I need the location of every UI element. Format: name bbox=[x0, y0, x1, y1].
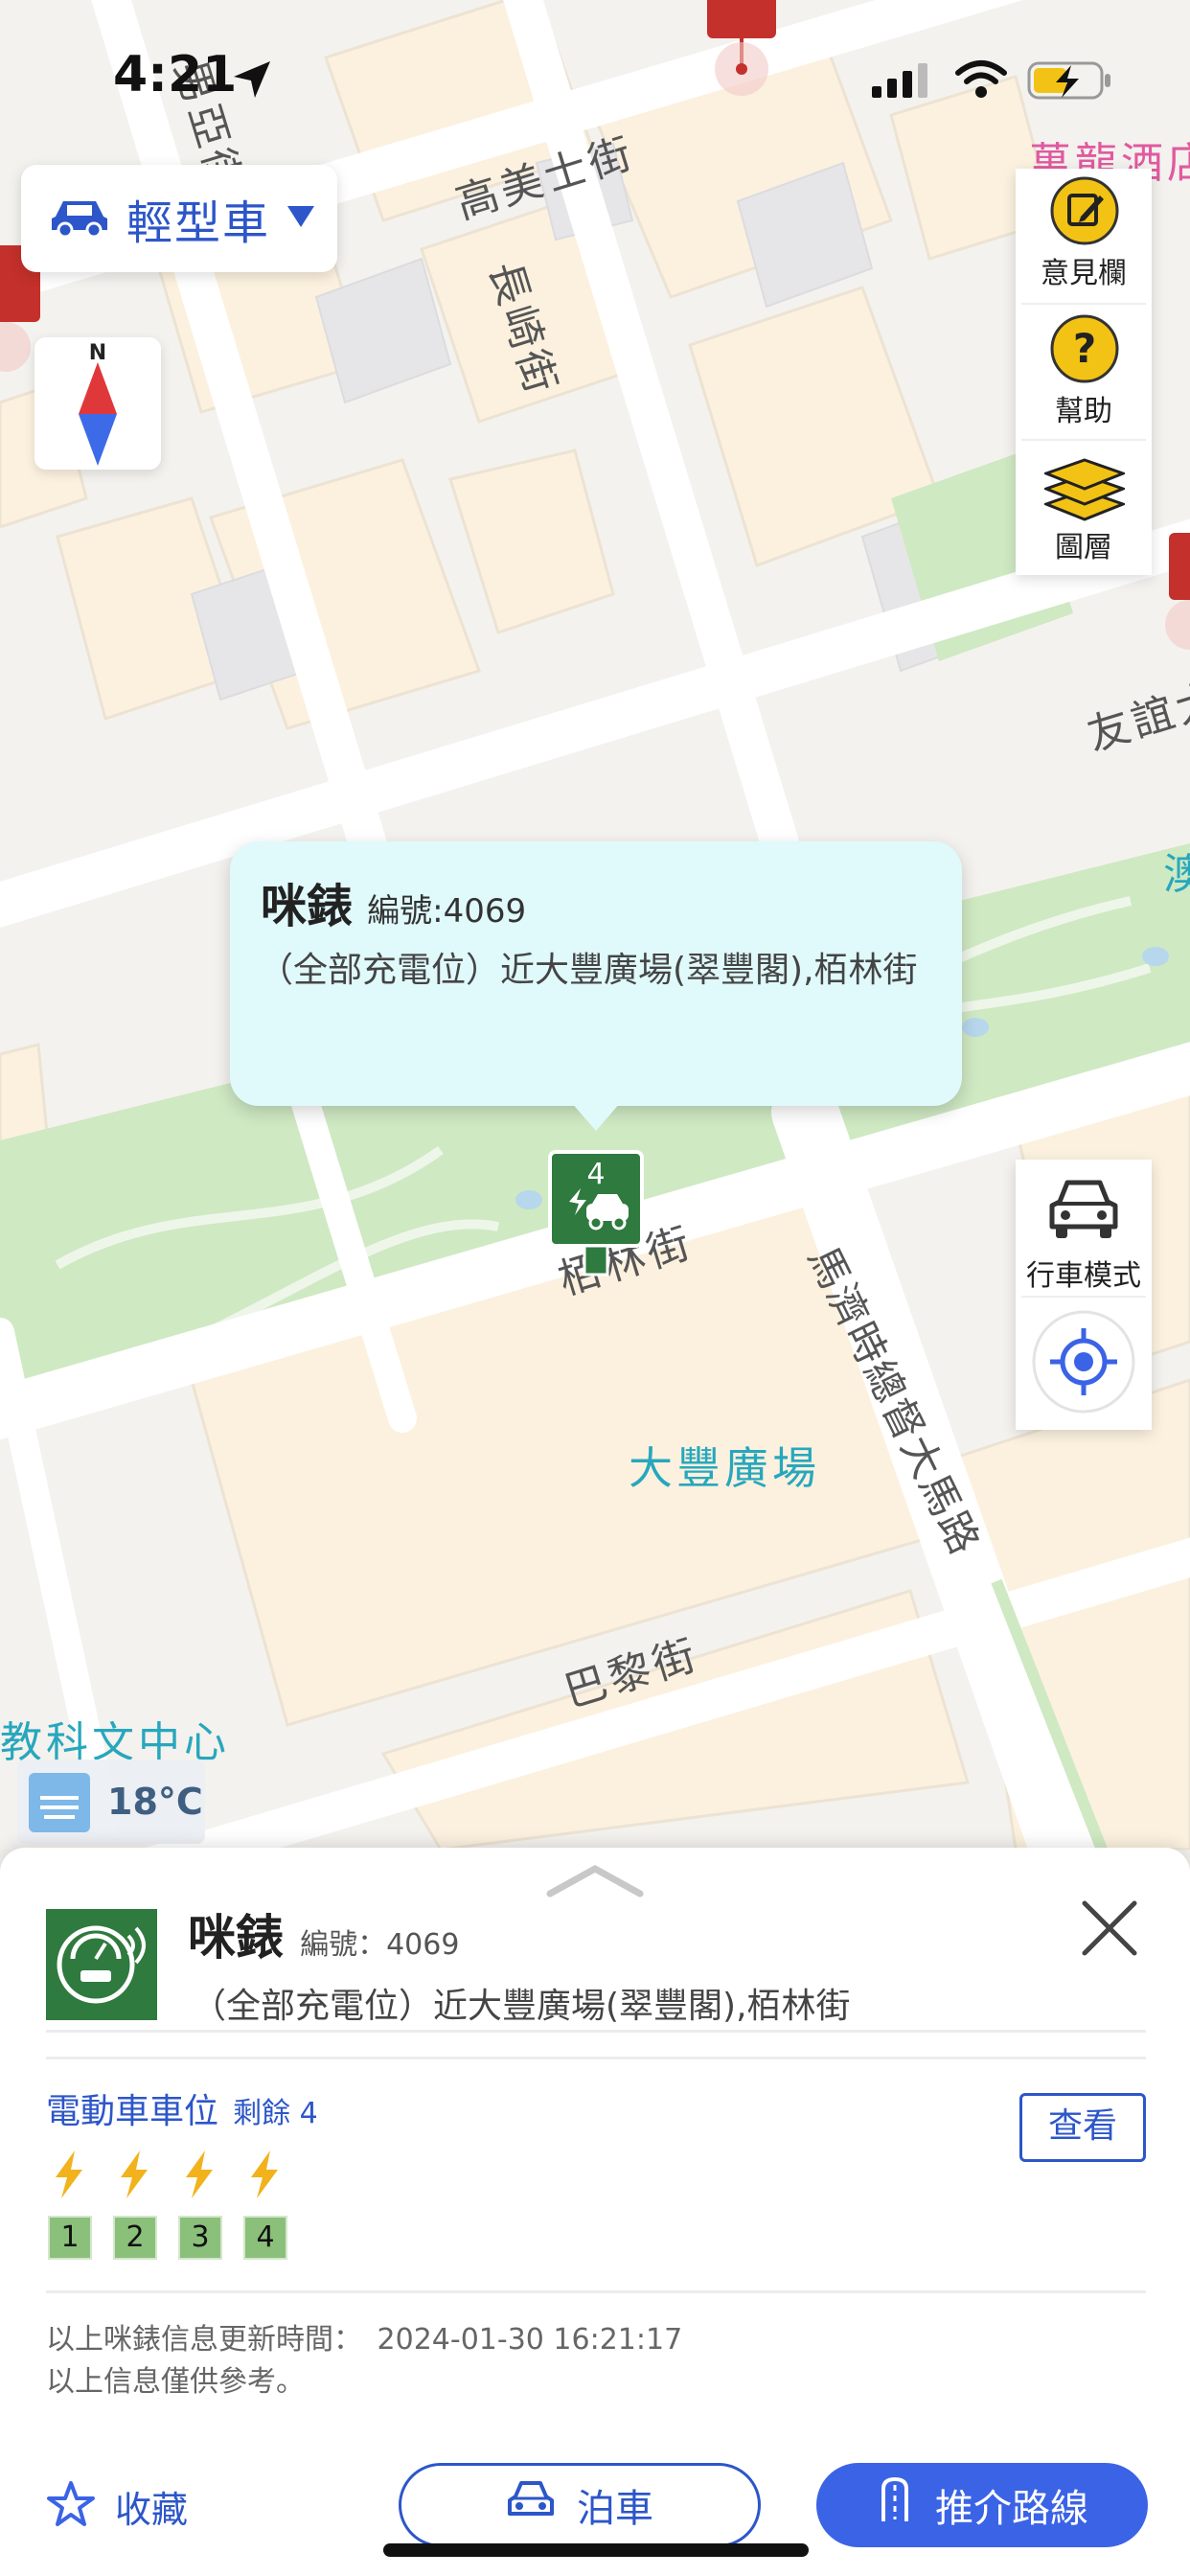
route-icon bbox=[876, 2475, 914, 2535]
feedback-button[interactable]: 意見欄 bbox=[1016, 169, 1152, 301]
park-button-label: 泊車 bbox=[577, 2487, 653, 2531]
sheet-title: 咪錶 bbox=[188, 1910, 284, 1966]
route-button-label: 推介路線 bbox=[935, 2487, 1088, 2531]
vehicle-type-selector[interactable]: 輕型車 bbox=[21, 165, 337, 272]
meter-detail-sheet: 咪錶 編號：4069 （全部充電位）近大豐廣場(翠豐閣),栢林街 電動車車位 剩… bbox=[0, 1848, 1190, 2576]
drive-controls-panel: 行車模式 bbox=[1016, 1160, 1152, 1430]
favorite-label: 收藏 bbox=[115, 2488, 189, 2531]
compass-needle-icon bbox=[79, 362, 117, 470]
callout-pointer bbox=[571, 1102, 621, 1131]
view-button-label: 查看 bbox=[1047, 2106, 1117, 2146]
favorite-button[interactable]: 收藏 bbox=[46, 2472, 188, 2540]
parking-meter-icon bbox=[46, 1909, 157, 2024]
divider bbox=[46, 2030, 1146, 2033]
update-time: 2024-01-30 16:21:17 bbox=[377, 2323, 683, 2357]
disclaimer-text: 以上信息僅供參考。 bbox=[46, 2365, 305, 2399]
lightning-icon bbox=[182, 2150, 217, 2202]
ev-remaining-count: 剩餘 4 bbox=[233, 2097, 318, 2130]
drive-mode-label: 行車模式 bbox=[1026, 1259, 1141, 1293]
wifi-icon bbox=[954, 59, 1008, 104]
weather-widget[interactable]: 18°C bbox=[17, 1760, 205, 1844]
compass-button[interactable]: N bbox=[34, 337, 161, 470]
divider bbox=[46, 2290, 1146, 2293]
ev-spot[interactable]: 3 bbox=[178, 2216, 222, 2260]
parking-meter-marker[interactable]: 4 bbox=[548, 1150, 644, 1276]
lightning-icon bbox=[52, 2150, 86, 2202]
vehicle-type-label: 輕型車 bbox=[126, 196, 271, 250]
lightning-icon bbox=[247, 2150, 282, 2202]
meter-callout[interactable]: 咪錶 編號:4069 （全部充電位）近大豐廣場(翠豐閣),栢林街 bbox=[230, 841, 962, 1106]
help-icon: ? bbox=[1048, 312, 1121, 389]
layers-button[interactable]: 圖層 bbox=[1016, 443, 1152, 575]
help-button[interactable]: ? 幫助 bbox=[1016, 307, 1152, 439]
callout-address: （全部充電位）近大豐廣場(翠豐閣),栢林街 bbox=[259, 951, 918, 990]
locate-me-button[interactable] bbox=[1016, 1300, 1152, 1432]
locate-icon bbox=[1029, 1307, 1138, 1420]
marker-count: 4 bbox=[586, 1158, 606, 1191]
sheet-code: 編號：4069 bbox=[300, 1928, 460, 1962]
status-time: 4:21 bbox=[113, 46, 238, 104]
home-indicator bbox=[383, 2543, 809, 2557]
help-label: 幫助 bbox=[1055, 395, 1112, 428]
drive-mode-button[interactable]: 行車模式 bbox=[1016, 1160, 1152, 1294]
car-front-icon bbox=[1046, 1177, 1121, 1244]
layers-label: 圖層 bbox=[1055, 531, 1112, 564]
status-bar: 4:21 bbox=[0, 0, 1190, 153]
map-label-square: 大豐廣場 bbox=[629, 1442, 820, 1494]
update-label: 以上咪錶信息更新時間： bbox=[46, 2323, 362, 2357]
cellular-signal-icon bbox=[872, 61, 933, 104]
map-label-edge: 澳 bbox=[1163, 850, 1190, 899]
car-icon bbox=[48, 196, 111, 242]
lightning-icon bbox=[117, 2150, 151, 2202]
map-tools-panel: 意見欄 ? 幫助 圖層 bbox=[1016, 169, 1152, 575]
weather-icon bbox=[29, 1773, 90, 1836]
chevron-down-icon bbox=[286, 204, 316, 233]
car-icon bbox=[506, 2479, 556, 2531]
star-icon bbox=[46, 2480, 96, 2532]
svg-text:?: ? bbox=[1073, 325, 1096, 372]
layers-icon bbox=[1041, 447, 1128, 527]
edit-icon bbox=[1048, 174, 1121, 251]
ev-spot[interactable]: 1 bbox=[48, 2216, 92, 2260]
ev-spot[interactable]: 2 bbox=[113, 2216, 157, 2260]
close-icon[interactable] bbox=[1079, 1898, 1140, 1963]
callout-code: 編號:4069 bbox=[367, 892, 527, 931]
sheet-address: （全部充電位）近大豐廣場(翠豐閣),栢林街 bbox=[192, 1987, 851, 2026]
ev-section-title: 電動車車位 bbox=[46, 2092, 219, 2131]
view-button[interactable]: 查看 bbox=[1019, 2093, 1146, 2162]
route-button[interactable]: 推介路線 bbox=[816, 2463, 1148, 2547]
callout-title: 咪錶 bbox=[261, 880, 354, 933]
park-button[interactable]: 泊車 bbox=[399, 2463, 761, 2547]
divider bbox=[46, 2057, 1146, 2059]
battery-charging-icon bbox=[1027, 59, 1113, 105]
location-arrow-icon bbox=[230, 58, 274, 105]
sheet-handle-chevron-up-icon[interactable] bbox=[546, 1861, 644, 1903]
weather-temperature: 18°C bbox=[107, 1781, 203, 1823]
feedback-label: 意見欄 bbox=[1041, 257, 1127, 290]
ev-spot[interactable]: 4 bbox=[243, 2216, 287, 2260]
